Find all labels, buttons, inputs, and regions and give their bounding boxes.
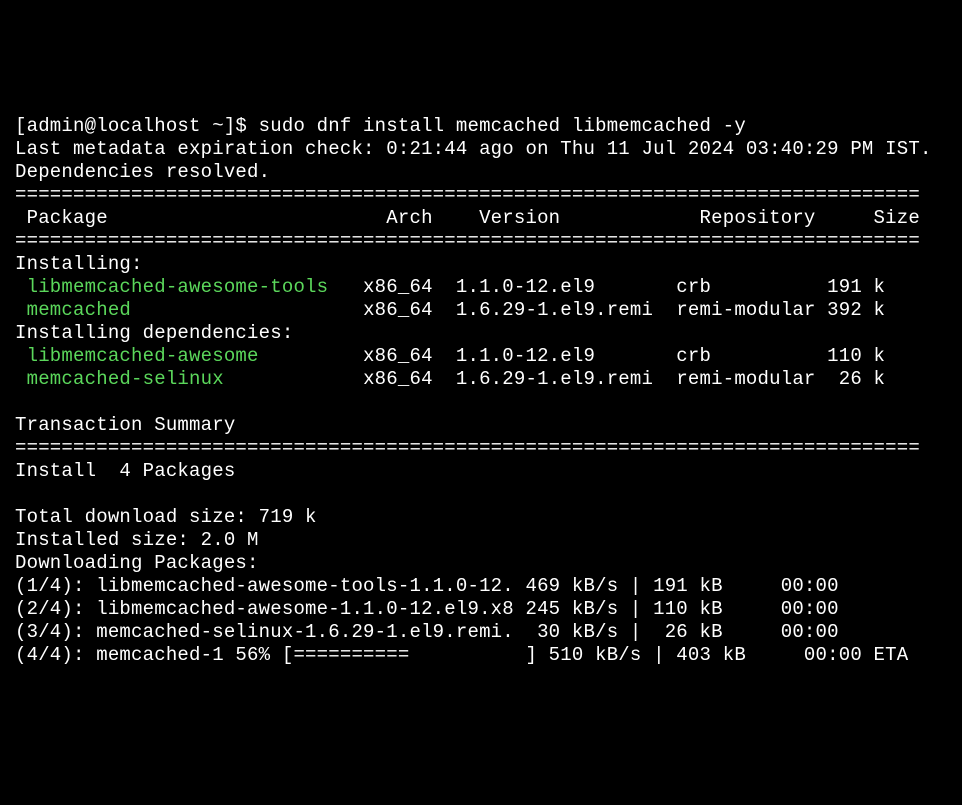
divider-summary: ========================================… (15, 437, 947, 460)
divider-top: ========================================… (15, 184, 947, 207)
download-progress-4: (4/4): memcached-1 56% [========== ] 510… (15, 644, 947, 667)
download-progress-3: (3/4): memcached-selinux-1.6.29-1.el9.re… (15, 621, 947, 644)
package-details: x86_64 1.6.29-1.el9.remi remi-modular 26… (224, 368, 885, 390)
package-row-3: libmemcached-awesome x86_64 1.1.0-12.el9… (15, 345, 947, 368)
deps-resolved: Dependencies resolved. (15, 161, 947, 184)
divider-header: ========================================… (15, 230, 947, 253)
package-name: memcached-selinux (15, 368, 224, 390)
package-row-4: memcached-selinux x86_64 1.6.29-1.el9.re… (15, 368, 947, 391)
metadata-check: Last metadata expiration check: 0:21:44 … (15, 138, 947, 161)
installing-deps-header: Installing dependencies: (15, 322, 947, 345)
download-size: Total download size: 719 k (15, 506, 947, 529)
download-progress-2: (2/4): libmemcached-awesome-1.1.0-12.el9… (15, 598, 947, 621)
terminal-output: [admin@localhost ~]$ sudo dnf install me… (0, 92, 962, 690)
package-name: libmemcached-awesome (15, 345, 259, 367)
blank-line (15, 391, 947, 414)
transaction-summary: Transaction Summary (15, 414, 947, 437)
package-name: memcached (15, 299, 131, 321)
command-prompt: [admin@localhost ~]$ sudo dnf install me… (15, 115, 947, 138)
download-progress-1: (1/4): libmemcached-awesome-tools-1.1.0-… (15, 575, 947, 598)
installing-header: Installing: (15, 253, 947, 276)
blank-line (15, 483, 947, 506)
installed-size: Installed size: 2.0 M (15, 529, 947, 552)
package-details: x86_64 1.6.29-1.el9.remi remi-modular 39… (131, 299, 885, 321)
table-header: Package Arch Version Repository Size (15, 207, 947, 230)
downloading-header: Downloading Packages: (15, 552, 947, 575)
package-name: libmemcached-awesome-tools (15, 276, 328, 298)
package-details: x86_64 1.1.0-12.el9 crb 191 k (328, 276, 885, 298)
package-row-2: memcached x86_64 1.6.29-1.el9.remi remi-… (15, 299, 947, 322)
package-row-1: libmemcached-awesome-tools x86_64 1.1.0-… (15, 276, 947, 299)
install-count: Install 4 Packages (15, 460, 947, 483)
package-details: x86_64 1.1.0-12.el9 crb 110 k (259, 345, 886, 367)
